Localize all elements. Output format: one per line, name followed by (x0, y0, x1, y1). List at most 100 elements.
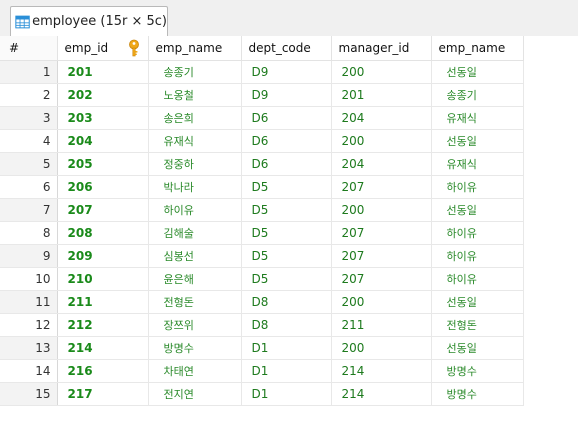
cell-manager-name[interactable]: 선동일 (430, 129, 524, 153)
cell-manager-id[interactable]: 200 (330, 198, 432, 222)
cell-dept-code[interactable]: D5 (240, 175, 332, 199)
cell-dept-code[interactable]: D6 (240, 106, 332, 130)
table-row[interactable]: 14 216 차태연 D1 214 방명수 (0, 359, 524, 383)
cell-emp-name[interactable]: 하이유 (147, 198, 242, 222)
table-row[interactable]: 10 210 윤은해 D5 207 하이유 (0, 267, 524, 291)
cell-manager-id[interactable]: 214 (330, 382, 432, 406)
result-grid[interactable]: # emp_id emp_name dept_code manager_id e… (0, 36, 578, 439)
cell-dept-code[interactable]: D6 (240, 152, 332, 176)
cell-emp-name[interactable]: 정중하 (147, 152, 242, 176)
cell-manager-id[interactable]: 211 (330, 313, 432, 337)
cell-manager-name[interactable]: 하이유 (430, 221, 524, 245)
cell-emp-id[interactable]: 206 (56, 175, 149, 199)
cell-emp-id[interactable]: 216 (56, 359, 149, 383)
tab-employee[interactable]: employee (15r × 5c) (10, 6, 168, 36)
cell-manager-id[interactable]: 200 (330, 60, 432, 84)
cell-manager-id[interactable]: 201 (330, 83, 432, 107)
cell-manager-id[interactable]: 204 (330, 152, 432, 176)
cell-emp-name[interactable]: 장쯔위 (147, 313, 242, 337)
row-number[interactable]: 5 (0, 152, 58, 176)
column-header-manager-id[interactable]: manager_id (330, 36, 432, 61)
table-row[interactable]: 4 204 유재식 D6 200 선동일 (0, 129, 524, 153)
column-header-manager-name[interactable]: emp_name (430, 36, 524, 61)
cell-emp-name[interactable]: 유재식 (147, 129, 242, 153)
cell-emp-name[interactable]: 방명수 (147, 336, 242, 360)
cell-dept-code[interactable]: D6 (240, 129, 332, 153)
cell-emp-id[interactable]: 201 (56, 60, 149, 84)
row-number[interactable]: 2 (0, 83, 58, 107)
cell-emp-name[interactable]: 심봉선 (147, 244, 242, 268)
row-number[interactable]: 15 (0, 382, 58, 406)
cell-manager-name[interactable]: 선동일 (430, 198, 524, 222)
cell-dept-code[interactable]: D5 (240, 267, 332, 291)
cell-dept-code[interactable]: D1 (240, 382, 332, 406)
cell-emp-id[interactable]: 203 (56, 106, 149, 130)
cell-dept-code[interactable]: D1 (240, 336, 332, 360)
cell-manager-id[interactable]: 207 (330, 175, 432, 199)
cell-emp-id[interactable]: 217 (56, 382, 149, 406)
column-header-rownum[interactable]: # (0, 36, 58, 61)
cell-manager-name[interactable]: 선동일 (430, 290, 524, 314)
cell-manager-name[interactable]: 선동일 (430, 60, 524, 84)
cell-emp-id[interactable]: 210 (56, 267, 149, 291)
row-number[interactable]: 8 (0, 221, 58, 245)
table-row[interactable]: 9 209 심봉선 D5 207 하이유 (0, 244, 524, 268)
cell-manager-id[interactable]: 214 (330, 359, 432, 383)
row-number[interactable]: 11 (0, 290, 58, 314)
row-number[interactable]: 1 (0, 60, 58, 84)
cell-manager-name[interactable]: 방명수 (430, 359, 524, 383)
cell-dept-code[interactable]: D9 (240, 83, 332, 107)
table-row[interactable]: 11 211 전형돈 D8 200 선동일 (0, 290, 524, 314)
table-row[interactable]: 6 206 박나라 D5 207 하이유 (0, 175, 524, 199)
cell-emp-id[interactable]: 204 (56, 129, 149, 153)
cell-emp-id[interactable]: 214 (56, 336, 149, 360)
cell-emp-name[interactable]: 윤은해 (147, 267, 242, 291)
cell-dept-code[interactable]: D5 (240, 244, 332, 268)
cell-manager-name[interactable]: 하이유 (430, 175, 524, 199)
cell-manager-name[interactable]: 송종기 (430, 83, 524, 107)
cell-manager-name[interactable]: 유재식 (430, 152, 524, 176)
cell-emp-name[interactable]: 송은희 (147, 106, 242, 130)
cell-emp-id[interactable]: 211 (56, 290, 149, 314)
cell-dept-code[interactable]: D5 (240, 221, 332, 245)
row-number[interactable]: 14 (0, 359, 58, 383)
cell-emp-name[interactable]: 노옹철 (147, 83, 242, 107)
cell-manager-id[interactable]: 207 (330, 221, 432, 245)
table-row[interactable]: 13 214 방명수 D1 200 선동일 (0, 336, 524, 360)
cell-manager-id[interactable]: 200 (330, 290, 432, 314)
column-header-emp-id[interactable]: emp_id (56, 36, 149, 61)
cell-emp-id[interactable]: 212 (56, 313, 149, 337)
table-row[interactable]: 7 207 하이유 D5 200 선동일 (0, 198, 524, 222)
cell-emp-name[interactable]: 전형돈 (147, 290, 242, 314)
cell-manager-name[interactable]: 방명수 (430, 382, 524, 406)
cell-emp-id[interactable]: 209 (56, 244, 149, 268)
table-row[interactable]: 3 203 송은희 D6 204 유재식 (0, 106, 524, 130)
cell-manager-id[interactable]: 207 (330, 267, 432, 291)
cell-manager-id[interactable]: 204 (330, 106, 432, 130)
cell-emp-id[interactable]: 207 (56, 198, 149, 222)
cell-emp-name[interactable]: 차태연 (147, 359, 242, 383)
table-row[interactable]: 1 201 송종기 D9 200 선동일 (0, 60, 524, 84)
cell-emp-name[interactable]: 송종기 (147, 60, 242, 84)
row-number[interactable]: 7 (0, 198, 58, 222)
cell-manager-name[interactable]: 전형돈 (430, 313, 524, 337)
row-number[interactable]: 4 (0, 129, 58, 153)
cell-dept-code[interactable]: D9 (240, 60, 332, 84)
row-number[interactable]: 10 (0, 267, 58, 291)
cell-manager-name[interactable]: 유재식 (430, 106, 524, 130)
cell-manager-id[interactable]: 200 (330, 336, 432, 360)
cell-dept-code[interactable]: D1 (240, 359, 332, 383)
column-header-emp-name[interactable]: emp_name (147, 36, 242, 61)
cell-manager-id[interactable]: 200 (330, 129, 432, 153)
cell-emp-name[interactable]: 박나라 (147, 175, 242, 199)
cell-emp-name[interactable]: 전지연 (147, 382, 242, 406)
cell-dept-code[interactable]: D5 (240, 198, 332, 222)
cell-manager-id[interactable]: 207 (330, 244, 432, 268)
table-row[interactable]: 8 208 김해술 D5 207 하이유 (0, 221, 524, 245)
cell-emp-id[interactable]: 208 (56, 221, 149, 245)
cell-dept-code[interactable]: D8 (240, 313, 332, 337)
row-number[interactable]: 12 (0, 313, 58, 337)
table-row[interactable]: 15 217 전지연 D1 214 방명수 (0, 382, 524, 406)
cell-emp-id[interactable]: 205 (56, 152, 149, 176)
cell-emp-id[interactable]: 202 (56, 83, 149, 107)
